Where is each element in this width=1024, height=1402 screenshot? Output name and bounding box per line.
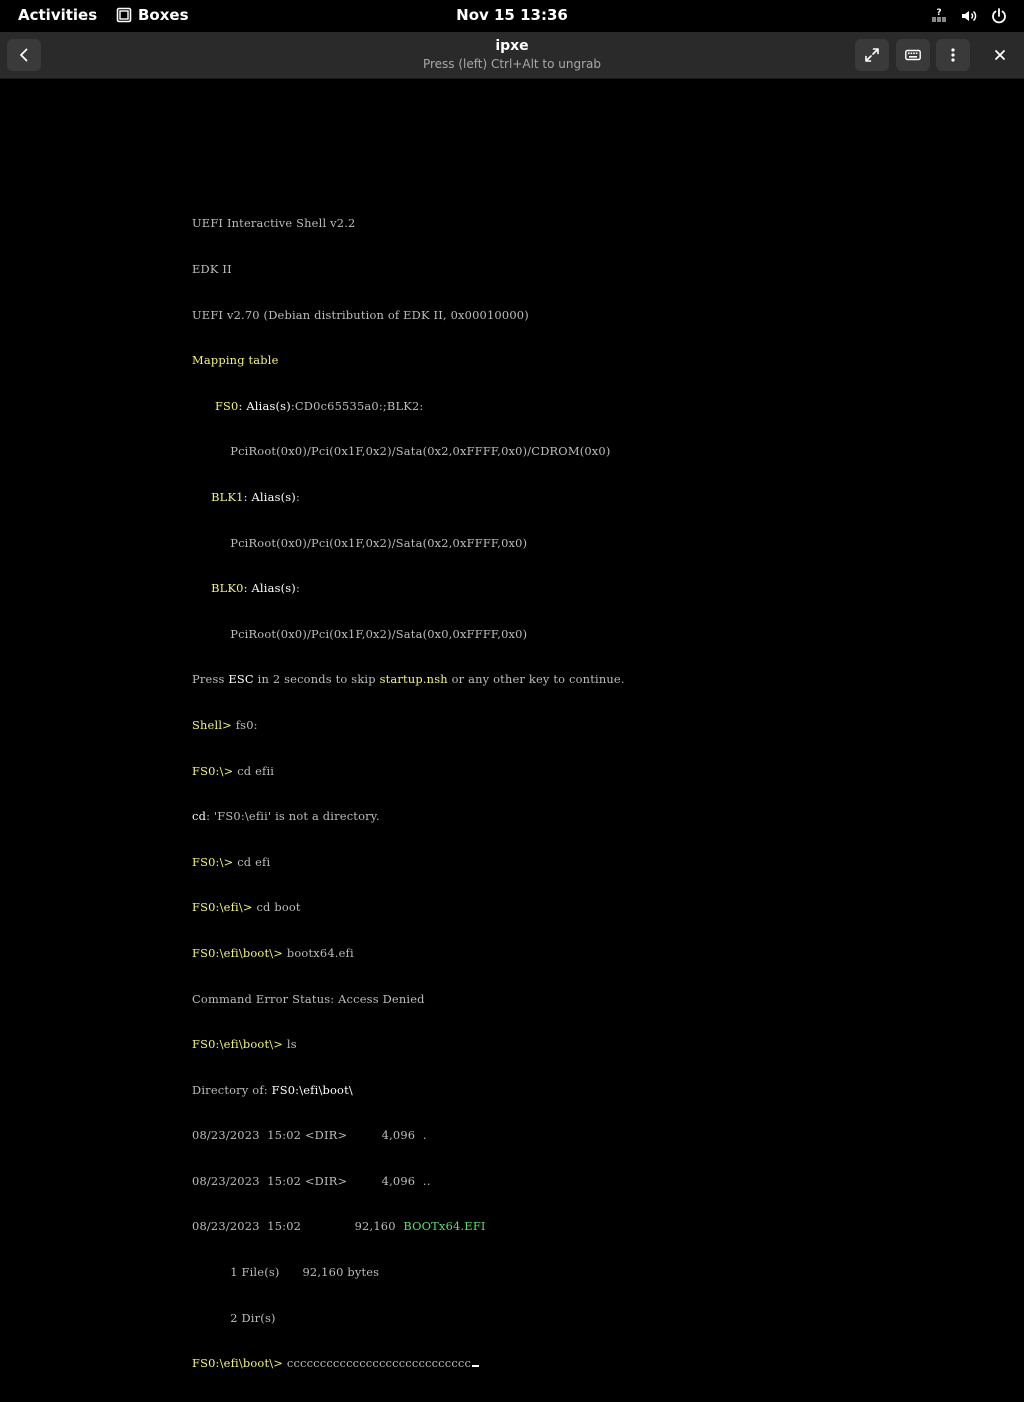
terminal-line: EDK II [192, 262, 232, 276]
terminal-line: FS0:\efi\boot\> bootx64.efi [192, 945, 354, 960]
terminal-line: FS0: Alias(s):CD0c65535a0:;BLK2: [214, 398, 424, 413]
terminal-line: Shell> fs0: [192, 717, 258, 732]
window-title: ipxe [495, 38, 529, 54]
close-icon [995, 50, 1005, 60]
text-cursor [472, 1365, 480, 1368]
main-menu-button[interactable] [936, 39, 970, 71]
terminal-line: PciRoot(0x0)/Pci(0x1F,0x2)/Sata(0x2,0xFF… [192, 444, 611, 459]
ungrab-hint: Press (left) Ctrl+Alt to ungrab [422, 57, 602, 71]
terminal-line: 08/23/2023 15:02 92,160 BOOTx64.EFI [192, 1219, 486, 1234]
back-button[interactable] [7, 39, 41, 71]
kebab-menu-icon [951, 48, 955, 62]
boxes-header-bar: ipxe Press (left) Ctrl+Alt to ungrab [0, 32, 1024, 79]
terminal-line: 2 Dir(s) [192, 1310, 276, 1325]
volume-icon [962, 10, 977, 22]
terminal-line: Press ESC in 2 seconds to skip startup.n… [192, 672, 625, 687]
terminal-line: BLK1: Alias(s): [211, 489, 300, 504]
keyboard-icon [905, 49, 921, 61]
terminal-line: Command Error Status: Access Denied [192, 991, 425, 1006]
terminal-line: Mapping table [192, 353, 279, 368]
typed-input: cccccccccccccccccccccccccccc [286, 1356, 472, 1371]
close-button[interactable] [983, 39, 1017, 71]
fullscreen-icon [865, 48, 879, 62]
vm-display[interactable]: UEFI Interactive Shell v2.2 EDK II UEFI … [0, 79, 1024, 1370]
terminal-line: FS0:\efi\> cd boot [192, 900, 301, 915]
power-icon [992, 8, 1006, 24]
terminal-line: BLK0: Alias(s): [211, 581, 300, 596]
terminal-line: UEFI Interactive Shell v2.2 [192, 216, 356, 231]
network-unknown-icon: ? [932, 8, 946, 22]
terminal-line: 1 File(s) 92,160 bytes [192, 1265, 380, 1280]
fullscreen-button[interactable] [855, 39, 889, 71]
terminal-line: cd: 'FS0:\efii' is not a directory. [192, 809, 380, 824]
terminal-line: PciRoot(0x0)/Pci(0x1F,0x2)/Sata(0x0,0xFF… [192, 626, 528, 641]
uefi-shell-output: UEFI Interactive Shell v2.2 EDK II UEFI … [192, 186, 625, 1402]
boxes-app-icon [116, 7, 132, 23]
terminal-prompt-line[interactable]: FS0:\efi\boot\> cccccccccccccccccccccccc… [192, 1356, 625, 1371]
app-menu-label: Boxes [138, 6, 189, 24]
system-tray[interactable]: ? [930, 7, 1008, 25]
gnome-top-bar: Activities Boxes Nov 15 13:36 ? [0, 0, 1024, 32]
terminal-line: Directory of: FS0:\efi\boot\ [192, 1082, 353, 1097]
activities-button[interactable]: Activities [18, 6, 97, 24]
app-menu-button[interactable]: Boxes [116, 6, 189, 24]
terminal-line: 08/23/2023 15:02 <DIR> 4,096 .. [192, 1173, 431, 1188]
keyboard-shortcuts-button[interactable] [896, 39, 930, 71]
terminal-line: 08/23/2023 15:02 <DIR> 4,096 . [192, 1128, 427, 1143]
terminal-line: PciRoot(0x0)/Pci(0x1F,0x2)/Sata(0x2,0xFF… [192, 535, 528, 550]
terminal-line: FS0:\> cd efii [192, 763, 275, 778]
terminal-line: FS0:\> cd efi [192, 854, 271, 869]
terminal-line: FS0:\efi\boot\> ls [192, 1037, 297, 1052]
terminal-line: UEFI v2.70 (Debian distribution of EDK I… [192, 307, 529, 322]
svg-text:?: ? [936, 8, 941, 18]
chevron-left-icon [20, 48, 28, 62]
clock-button[interactable]: Nov 15 13:36 [456, 6, 568, 24]
